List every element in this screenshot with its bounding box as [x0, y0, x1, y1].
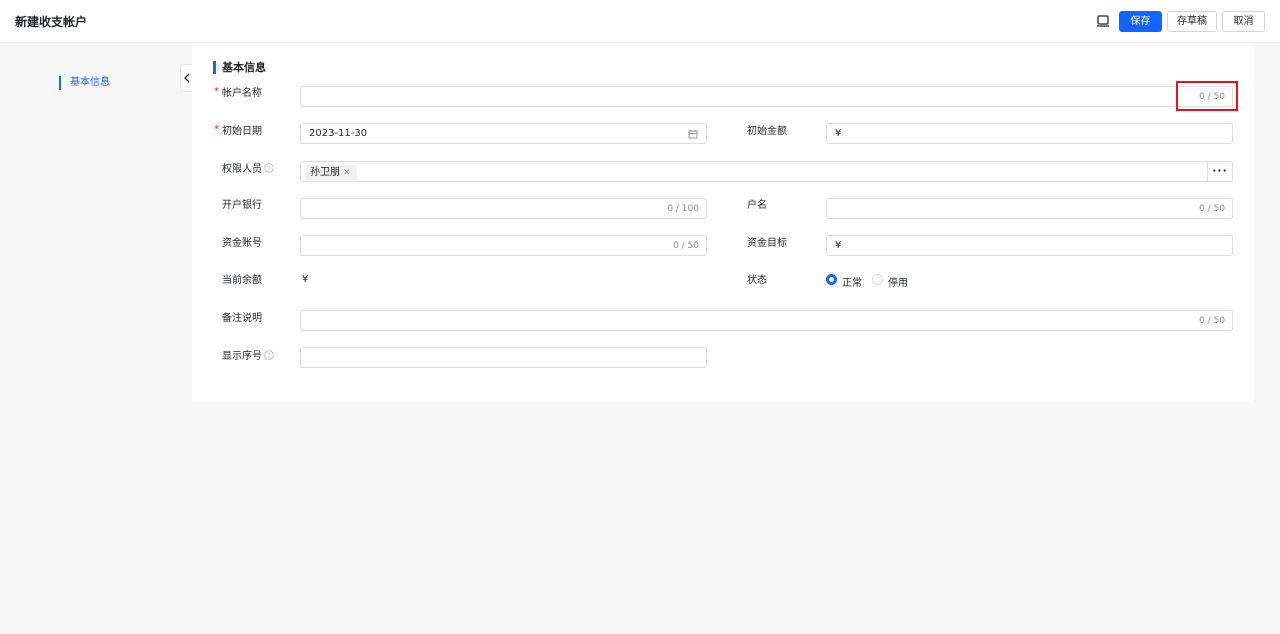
save-button[interactable]: 保存: [1119, 11, 1162, 32]
status-radio-normal[interactable]: [826, 274, 837, 285]
account-name-label: * 帐户名称: [214, 86, 262, 99]
user-tag: 孙卫朋 ✕: [305, 165, 357, 180]
remarks-input[interactable]: 0 / 50: [300, 310, 1233, 331]
remarks-label: 备注说明: [222, 313, 262, 324]
save-draft-button[interactable]: 存草稿: [1167, 11, 1217, 32]
start-date-value: 2023-11-30: [309, 128, 368, 139]
bank-label: 开户银行: [222, 200, 262, 211]
account-holder-label: 户名: [747, 200, 767, 211]
status-option-normal[interactable]: 正常: [842, 274, 862, 289]
help-icon[interactable]: ?: [264, 163, 274, 177]
status-label: 状态: [747, 275, 767, 286]
cancel-button[interactable]: 取消: [1222, 11, 1265, 32]
start-amount-input[interactable]: ¥: [826, 123, 1233, 144]
status-radio-disabled[interactable]: [872, 274, 883, 285]
char-counter: 0 / 50: [1199, 204, 1225, 214]
collapse-sidebar-button[interactable]: [180, 64, 192, 92]
svg-text:?: ?: [267, 164, 270, 172]
required-mark: *: [214, 86, 219, 97]
fund-target-input[interactable]: ¥: [826, 235, 1233, 256]
help-icon[interactable]: ?: [264, 350, 274, 364]
account-holder-input[interactable]: 0 / 50: [826, 198, 1233, 219]
currency-prefix: ¥: [835, 240, 842, 251]
svg-text:?: ?: [267, 351, 270, 359]
status-option-disabled[interactable]: 停用: [888, 274, 908, 289]
display-order-input[interactable]: [300, 347, 707, 368]
display-order-label: 显示序号?: [222, 350, 274, 364]
fund-target-label: 资金目标: [747, 238, 787, 249]
nav-item-basic-info[interactable]: 基本信息: [59, 76, 110, 90]
page-title: 新建收支帐户: [15, 15, 88, 29]
start-date-label: * 初始日期: [214, 124, 262, 137]
more-options-button[interactable]: ···: [1207, 162, 1232, 181]
bank-input[interactable]: 0 / 100: [300, 198, 707, 219]
currency-prefix: ¥: [835, 128, 842, 139]
start-date-picker[interactable]: 2023-11-30: [300, 123, 707, 144]
current-balance-value: ¥: [302, 274, 309, 285]
section-title: 基本信息: [213, 61, 266, 74]
start-amount-label: 初始金额: [747, 126, 787, 137]
monitor-icon[interactable]: [1096, 14, 1110, 28]
char-counter: 0 / 100: [667, 204, 699, 214]
tag-close-icon[interactable]: ✕: [343, 168, 351, 178]
permission-users-label: 权限人员?: [222, 163, 274, 177]
char-counter: 0 / 50: [673, 241, 699, 251]
fund-account-input[interactable]: 0 / 50: [300, 235, 707, 256]
top-bar: 新建收支帐户 保存 存草稿 取消: [0, 0, 1280, 43]
char-counter: 0 / 50: [1199, 316, 1225, 326]
required-mark: *: [214, 124, 219, 135]
highlight-box: [1176, 81, 1238, 111]
account-name-input[interactable]: 0 / 50: [300, 86, 1233, 107]
calendar-icon: [688, 129, 698, 142]
permission-users-select[interactable]: 孙卫朋 ✕ ···: [300, 161, 1233, 182]
chevron-left-icon: [184, 73, 190, 83]
fund-account-label: 资金账号: [222, 238, 262, 249]
current-balance-label: 当前余额: [222, 275, 262, 286]
